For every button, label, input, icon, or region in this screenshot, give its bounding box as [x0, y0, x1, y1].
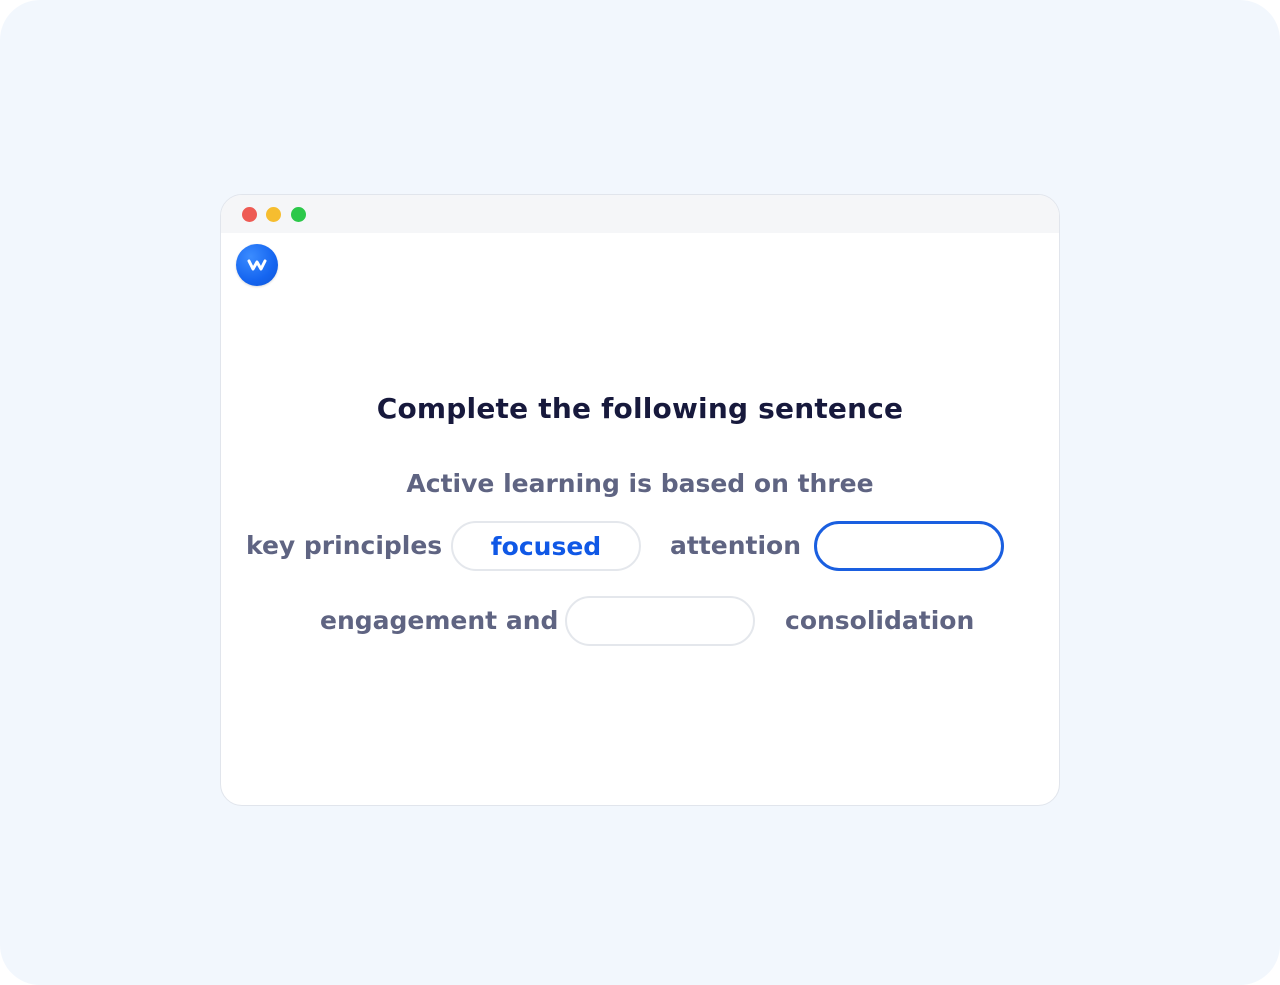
page-background: Complete the following sentence Active l… [0, 0, 1280, 985]
maximize-window-dot[interactable] [291, 207, 306, 222]
sentence-word-engagement-and: engagement and [320, 606, 559, 635]
app-window: Complete the following sentence Active l… [220, 194, 1060, 806]
sentence-line-1: Active learning is based on three [406, 469, 874, 498]
question-heading: Complete the following sentence [376, 392, 904, 425]
minimize-window-dot[interactable] [266, 207, 281, 222]
answer-blank-3[interactable] [565, 596, 755, 646]
answer-blank-2-active[interactable] [814, 521, 1004, 571]
w-logo-icon [236, 244, 278, 286]
sentence-word-consolidation: consolidation [785, 606, 975, 635]
window-titlebar [221, 195, 1059, 233]
answer-blank-1[interactable]: focused [451, 521, 641, 571]
close-window-dot[interactable] [242, 207, 257, 222]
sentence-word-key-principles: key principles [246, 531, 443, 560]
sentence-word-attention: attention [670, 531, 802, 560]
